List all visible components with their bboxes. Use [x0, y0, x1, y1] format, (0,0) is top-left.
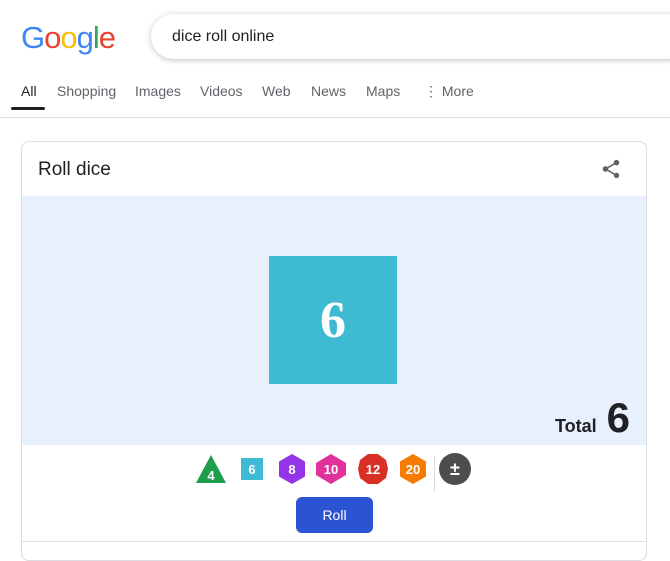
d12-button[interactable]: 12	[356, 452, 390, 486]
total-label: Total	[554, 416, 597, 436]
d8-icon: 8	[279, 454, 305, 484]
search-tabs: All Shopping Images Videos Web News Maps…	[0, 78, 670, 118]
card-divider	[22, 541, 646, 542]
logo-letter: o	[60, 20, 77, 55]
dice-divider	[434, 456, 435, 492]
total-value: 6	[606, 394, 630, 441]
tab-web[interactable]: Web	[262, 83, 291, 99]
dice-selector: 4 6 8 10 12 20 ±	[22, 452, 646, 492]
google-logo[interactable]: Google	[21, 20, 116, 56]
card-title: Roll dice	[38, 159, 111, 180]
d8-button[interactable]: 8	[275, 452, 309, 486]
logo-letter: g	[76, 20, 94, 55]
tab-maps[interactable]: Maps	[366, 83, 400, 99]
more-vert-icon: ⋮	[424, 83, 442, 99]
d12-icon: 12	[358, 454, 388, 484]
logo-letter: o	[44, 20, 61, 55]
svg-text:6: 6	[248, 462, 255, 477]
svg-text:±: ±	[450, 459, 460, 479]
tab-images[interactable]: Images	[135, 83, 181, 99]
tab-more[interactable]: ⋮ More	[424, 83, 474, 100]
svg-text:12: 12	[366, 462, 380, 477]
svg-text:8: 8	[288, 462, 295, 477]
result-die-d6: 6	[269, 256, 397, 384]
tab-shopping[interactable]: Shopping	[57, 83, 116, 99]
svg-text:10: 10	[324, 462, 338, 477]
tab-all[interactable]: All	[21, 83, 37, 99]
d4-icon: 4	[196, 455, 226, 483]
tab-videos[interactable]: Videos	[200, 83, 243, 99]
d10-button[interactable]: 10	[314, 452, 348, 486]
search-input[interactable]: dice roll online	[151, 14, 670, 59]
d20-button[interactable]: 20	[396, 452, 430, 486]
dice-roller-card: Roll dice 6 Total 6 4 6 8 10 12 20 ± Rol…	[21, 141, 647, 561]
share-icon	[602, 159, 620, 179]
svg-text:20: 20	[406, 462, 420, 477]
d4-button[interactable]: 4	[194, 452, 228, 486]
d6-button[interactable]: 6	[235, 452, 269, 486]
plus-minus-icon: ±	[439, 453, 471, 485]
logo-letter: e	[98, 20, 116, 55]
tab-more-label: More	[441, 83, 474, 99]
roll-button[interactable]: Roll	[296, 497, 373, 533]
svg-text:4: 4	[207, 468, 215, 483]
total-display: Total 6	[555, 394, 630, 442]
d6-icon: 6	[241, 458, 263, 480]
d10-icon: 10	[316, 454, 346, 484]
active-tab-indicator	[11, 107, 45, 110]
dice-result-area: 6 Total 6	[22, 196, 646, 445]
result-die-value: 6	[320, 291, 346, 349]
search-query: dice roll online	[172, 27, 275, 45]
d20-icon: 20	[400, 454, 426, 484]
modifier-button[interactable]: ±	[438, 452, 472, 486]
logo-letter: G	[21, 20, 45, 55]
share-button[interactable]	[600, 158, 622, 180]
tab-news[interactable]: News	[311, 83, 346, 99]
